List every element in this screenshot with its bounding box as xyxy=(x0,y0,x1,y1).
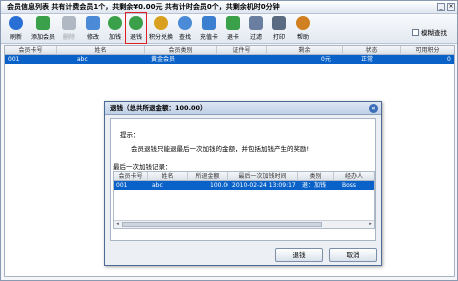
cell-points: 0 xyxy=(447,56,451,63)
return-card-button[interactable]: 退卡 xyxy=(223,15,243,43)
hint-label: 提示： xyxy=(120,131,140,139)
cell-id-number xyxy=(219,55,263,64)
add-member-button[interactable]: 添加会员 xyxy=(28,15,58,43)
window-title: 会员信息列表 共有计费会员1个，共剩余¥0.00元 共有计时会员0个，共剩余机时… xyxy=(7,3,280,11)
member-table-header: 会员卡号 姓名 会员类别 证件号 剩余 状态 可用积分 xyxy=(5,46,454,55)
table-row[interactable]: 001 abc 黄金会员 0元 正常 0 xyxy=(5,55,454,64)
cell-status: 正常 xyxy=(361,56,374,63)
cell-card-number: 001 xyxy=(8,56,20,63)
close-window-icon[interactable]: × xyxy=(447,3,455,11)
minimize-icon[interactable]: _ xyxy=(437,3,445,11)
record-table-header: 会员卡号 姓名 所退金额 最后一次加钱时间 类别 经办人 xyxy=(114,172,374,181)
cancel-button[interactable]: 取消 xyxy=(329,248,377,262)
edit-button[interactable]: 修改 xyxy=(83,15,103,43)
refresh-button[interactable]: 刷新 xyxy=(6,15,26,43)
cell-balance: 0元 xyxy=(321,56,331,63)
table-row[interactable]: 001 abc 100.00 2010-02-24 13:09:17 退：加钱 … xyxy=(114,181,374,190)
cell-name: abc xyxy=(77,56,88,63)
close-icon[interactable]: « xyxy=(369,104,378,113)
column-header[interactable]: 会员类别 xyxy=(145,46,217,55)
delete-member-button[interactable]: 删除 xyxy=(59,15,79,43)
points-exchange-icon xyxy=(154,16,168,30)
printer-icon xyxy=(272,16,286,30)
dialog-title-bar: 退钱（总共所退金额：100.00） « xyxy=(105,102,381,115)
cell-card-number: 001 xyxy=(116,182,128,189)
horizontal-scrollbar[interactable]: ◂ ▸ xyxy=(114,220,374,228)
search-button[interactable]: 查找 xyxy=(175,15,195,43)
toolbar: 刷新 添加会员 删除 修改 加钱 退钱 积分兑换 查找 充值卡 退卡 过滤 打印… xyxy=(1,12,457,44)
help-button[interactable]: 帮助 xyxy=(293,15,313,43)
column-header[interactable]: 会员卡号 xyxy=(5,46,57,55)
app-window: 会员信息列表 共有计费会员1个，共剩余¥0.00元 共有计时会员0个，共剩余机时… xyxy=(0,0,458,281)
scrollbar-thumb[interactable] xyxy=(122,222,322,227)
cell-operator: Boss xyxy=(342,182,357,189)
column-header[interactable]: 最后一次加钱时间 xyxy=(228,172,298,181)
add-member-icon xyxy=(36,16,50,30)
cell-category: 退：加钱 xyxy=(302,182,327,189)
add-money-icon xyxy=(108,16,122,30)
column-header[interactable]: 经办人 xyxy=(334,172,374,181)
return-card-icon xyxy=(226,16,240,30)
refund-button[interactable]: 退钱 xyxy=(125,12,147,44)
refresh-icon xyxy=(9,16,23,30)
cell-refund-amount: 100.00 xyxy=(210,182,228,189)
filter-button[interactable]: 过滤 xyxy=(246,15,266,43)
confirm-refund-button[interactable]: 退钱 xyxy=(275,248,323,262)
checkbox-box[interactable] xyxy=(412,29,419,36)
scroll-left-icon[interactable]: ◂ xyxy=(114,221,121,228)
fuzzy-search-checkbox[interactable]: 模糊查找 xyxy=(412,27,447,37)
search-icon xyxy=(178,16,192,30)
refund-dialog: 退钱（总共所退金额：100.00） « 提示： 会员退钱只能退最后一次加钱的金额… xyxy=(104,101,382,266)
add-money-button[interactable]: 加钱 xyxy=(105,15,125,43)
print-button[interactable]: 打印 xyxy=(269,15,289,43)
cell-member-type: 黄金会员 xyxy=(151,56,176,63)
points-exchange-button[interactable]: 积分兑换 xyxy=(148,15,174,43)
refund-record-table: 会员卡号 姓名 所退金额 最后一次加钱时间 类别 经办人 001 abc 100… xyxy=(113,171,375,229)
title-bar: 会员信息列表 共有计费会员1个，共剩余¥0.00元 共有计时会员0个，共剩余机时… xyxy=(1,1,457,14)
cell-name: abc xyxy=(152,182,163,189)
column-header[interactable]: 可用积分 xyxy=(401,46,454,55)
scroll-right-icon[interactable]: ▸ xyxy=(367,221,374,228)
column-header[interactable]: 证件号 xyxy=(217,46,267,55)
fuzzy-search-label: 模糊查找 xyxy=(421,29,447,37)
dialog-body: 提示： 会员退钱只能退最后一次加钱的金额，并包括加钱产生的奖励! 最后一次加钱记… xyxy=(110,118,376,241)
dialog-title: 退钱（总共所退金额：100.00） xyxy=(110,104,207,112)
column-header[interactable]: 状态 xyxy=(343,46,401,55)
recharge-card-icon xyxy=(202,16,216,30)
column-header[interactable]: 类别 xyxy=(298,172,334,181)
delete-member-icon xyxy=(62,16,76,30)
records-label: 最后一次加钱记录： xyxy=(113,163,172,171)
cell-last-recharge-time: 2010-02-24 13:09:17 xyxy=(232,182,296,189)
help-icon xyxy=(296,16,310,30)
recharge-card-button[interactable]: 充值卡 xyxy=(197,15,221,43)
refund-icon xyxy=(129,16,143,30)
column-header[interactable]: 姓名 xyxy=(148,172,188,181)
column-header[interactable]: 姓名 xyxy=(57,46,145,55)
column-header[interactable]: 会员卡号 xyxy=(114,172,148,181)
column-header[interactable]: 剩余 xyxy=(267,46,343,55)
column-header[interactable]: 所退金额 xyxy=(188,172,228,181)
hint-text: 会员退钱只能退最后一次加钱的金额，并包括加钱产生的奖励! xyxy=(131,145,310,153)
edit-icon xyxy=(86,16,100,30)
filter-icon xyxy=(249,16,263,30)
